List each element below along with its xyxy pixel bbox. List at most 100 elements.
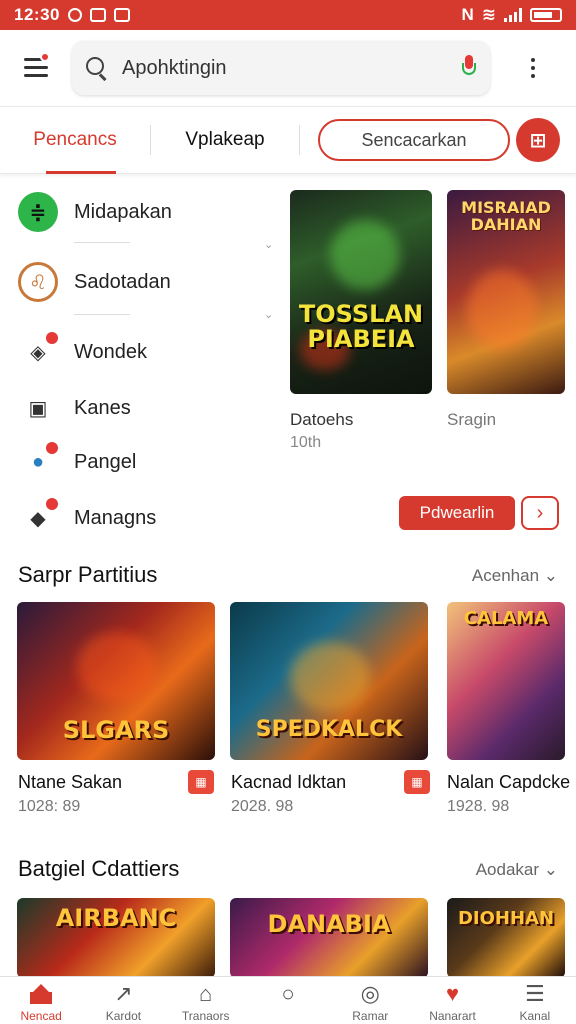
game-card[interactable]: AIRBANC [17,898,215,978]
tab-divider [299,125,300,155]
lion-icon: ♌ [18,262,58,302]
status-right: N ≋ [461,5,562,25]
game-name: Nalan Capdcke [447,772,571,792]
search-icon: ○ [281,981,295,1006]
section-title: Batgiel Cdattiers [18,856,180,881]
search-box[interactable] [72,41,490,95]
hamburger-line [24,74,48,77]
nav-item-home[interactable]: Nencad [0,977,82,1024]
game-card[interactable]: CALAMA [447,602,565,760]
battery-icon [530,8,562,22]
notification-dot [40,52,50,62]
card-icon: ▣ [28,397,48,420]
art-glow [77,632,157,702]
search-icon [86,57,108,79]
nav-item-location[interactable]: ◎ Ramar [329,977,411,1024]
section-more-link[interactable]: Aodakar ⌄ [476,860,558,880]
more-options-button[interactable] [490,30,576,106]
chevron-right-icon[interactable]: › [521,496,559,530]
red-dot [46,332,58,344]
bookmark-icon[interactable]: ▦ [404,770,430,794]
notification-icon [89,8,106,22]
status-left: 12:30 [14,5,130,25]
bottom-navigation: Nencad ↗ Kardot ⌂ Tranaors ○ ◎ Ramar ♥ N… [0,976,576,1024]
featured-caption: Sragin [447,410,497,429]
game-card[interactable]: SLGARS [17,602,215,760]
red-dot [46,442,58,454]
menu-item-label: Managns [74,506,157,529]
game-art-title: SPEDKALCK [255,717,403,742]
cube-icon: ◆ [18,498,58,538]
status-time: 12:30 [14,5,60,24]
nav-label: Kanal [519,1009,551,1023]
tabs-row: Pencancs Vplakeap Sencacarkan ⊞ [0,106,576,174]
game-card[interactable]: DIOHHAN [447,898,565,978]
game-art-title: AIRBANC [55,904,177,932]
tab-vplakeap[interactable]: Vplakeap [151,106,299,174]
divider [74,314,130,315]
nav-label: Nencad [20,1009,62,1023]
art-glow [290,642,370,712]
game-meta: 1028: 89 [18,798,81,815]
section-more-link[interactable]: Acenhan ⌄ [472,566,558,586]
red-dot [46,498,58,510]
wifi-icon: ≋ [481,5,496,24]
tab-pencancs[interactable]: Pencancs [0,106,150,174]
menu-item-managns[interactable]: ◆ Managns [18,498,280,538]
bookmark-icon[interactable]: ▦ [188,770,214,794]
microphone-icon[interactable] [462,55,476,81]
game-name: Ntane Sakan [18,772,123,792]
share-icon: ↗ [114,981,133,1006]
chevron-down-icon: ⌄ [264,309,274,321]
green-badge-icon: ≑ [18,192,58,232]
art-glow [467,270,537,350]
filter-icon[interactable]: ⊞ [516,118,560,162]
menu-item-sadotadan[interactable]: ♌ Sadotadan [18,262,280,302]
menu-item-label: Sadotadan [74,270,171,293]
heart-icon: ♥ [446,981,460,1006]
search-header [0,30,576,106]
search-input[interactable] [122,56,462,80]
featured-sub: 10th [290,434,322,451]
menu-item-label: Midapakan [74,200,172,223]
circle-icon [67,8,82,22]
nav-label: Ramar [352,1009,389,1023]
menu-item-midapakan[interactable]: ≑ Midapakan [18,192,280,232]
game-meta: 2028. 98 [231,798,294,815]
chevron-down-icon: ⌄ [264,239,274,251]
menu-item-pangel[interactable]: ● Pangel [18,442,280,482]
nav-label: Tranaors [181,1009,230,1023]
game-art-title: DIOHHAN [457,908,555,929]
featured-game-card[interactable]: TOSSLAN PIABEIA [290,190,432,394]
store-icon: ⌂ [199,981,213,1006]
menu-icon: ☰ [524,981,545,1006]
nav-item-share[interactable]: ↗ Kardot [82,977,164,1024]
photo-icon [113,8,130,22]
cta-button[interactable]: Pdwearlin [399,496,515,530]
menu-item-wondek[interactable]: ◈ Wondek [18,332,280,372]
game-art-title: TOSSLAN PIABEIA [298,300,424,354]
featured-game-card[interactable]: MISRAIAD DAHIAN [447,190,565,394]
nav-item-favorites[interactable]: ♥ Nanarart [411,977,493,1024]
nav-item-menu[interactable]: ☰ Kanal [494,977,576,1024]
game-art-title: DANABIA [267,910,391,938]
art-glow [330,220,400,290]
menu-item-label: Pangel [74,450,137,473]
balloons-icon: ● [18,442,58,482]
nav-item-store[interactable]: ⌂ Tranaors [165,977,247,1024]
nav-item-search[interactable]: ○ [247,977,329,1024]
game-meta: 1928. 98 [447,798,510,815]
game-card[interactable]: SPEDKALCK [230,602,428,760]
menu-item-kanes[interactable]: ▣ Kanes [18,388,280,428]
filter-chip[interactable]: Sencacarkan [318,119,510,161]
menu-item-label: Kanes [74,396,131,419]
nav-label: Nanarart [429,1009,476,1023]
signal-icon [504,8,522,22]
status-bar: 12:30 N ≋ [0,0,576,30]
hamburger-menu-button[interactable] [0,30,72,106]
game-art-title: CALAMA [463,608,549,629]
featured-caption: Datoehs [290,410,354,429]
game-card[interactable]: DANABIA [230,898,428,978]
nav-label: Kardot [105,1009,142,1023]
game-art-title: MISRAIAD DAHIAN [461,198,551,234]
